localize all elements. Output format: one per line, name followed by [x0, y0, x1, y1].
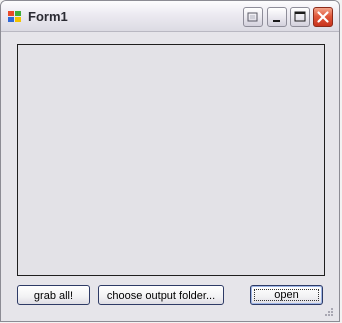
grab-all-button[interactable]: grab all!	[17, 285, 90, 305]
close-button[interactable]	[313, 7, 333, 27]
minimize-icon	[273, 20, 280, 22]
choose-output-folder-button[interactable]: choose output folder...	[98, 285, 224, 305]
windows-form-icon	[8, 10, 22, 22]
form-window: Form1 grab all! choose output folder... …	[0, 0, 340, 322]
resize-grip-icon[interactable]	[322, 304, 334, 316]
focus-rectangle	[254, 289, 319, 301]
close-icon	[317, 11, 329, 23]
restore-down-button[interactable]	[243, 7, 263, 27]
title-bar[interactable]: Form1	[1, 1, 339, 32]
window-title: Form1	[28, 9, 68, 24]
restore-down-icon	[247, 12, 258, 22]
form-client-area: grab all! choose output folder... open	[5, 32, 335, 317]
minimize-button[interactable]	[267, 7, 287, 27]
content-list-box[interactable]	[17, 44, 325, 276]
maximize-button[interactable]	[290, 7, 310, 27]
open-button[interactable]: open	[250, 285, 323, 305]
maximize-icon	[294, 11, 306, 22]
